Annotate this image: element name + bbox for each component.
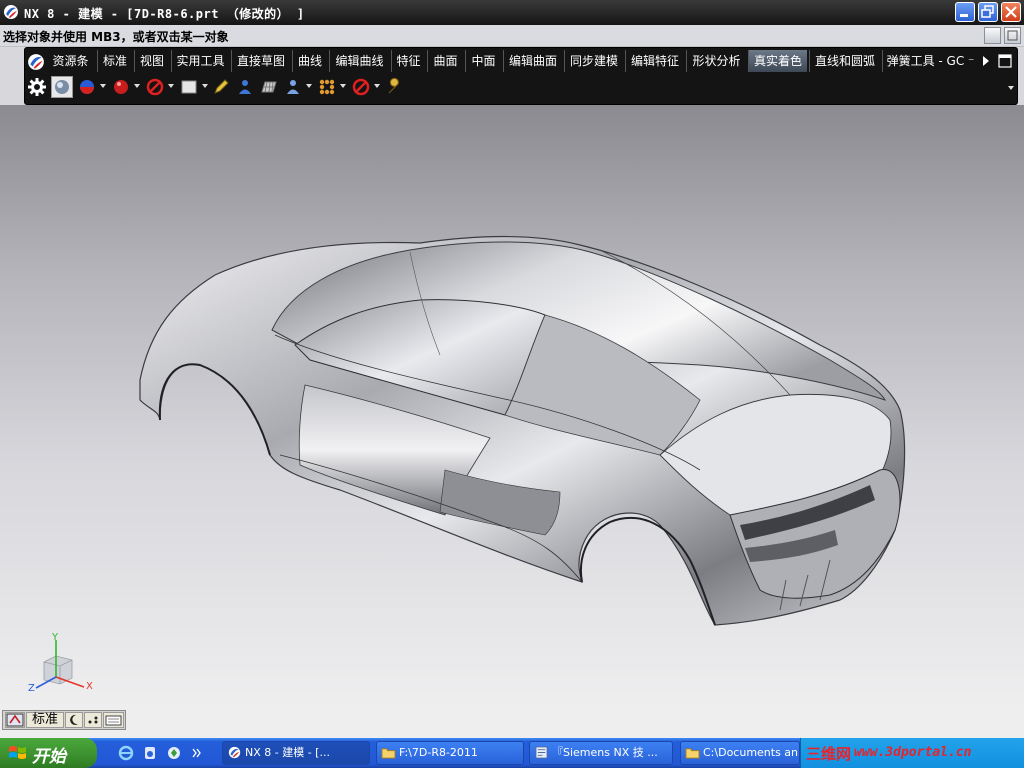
background-dropdown-icon[interactable]	[202, 84, 208, 88]
ribbon-toolbar: 资源条 标准 视图 实用工具 直接草图 曲线 编辑曲线 特征 曲面 中面 编辑曲…	[24, 47, 1018, 105]
no-symbol-2-icon[interactable]	[351, 77, 371, 97]
taskbar-documents-label: C:\Documents an...	[703, 746, 800, 759]
gear-icon[interactable]	[27, 77, 47, 97]
windows-flag-icon	[9, 746, 26, 759]
watermark-brand: 三维网	[806, 745, 852, 763]
title-bar: NX 8 - 建模 - [7D-R8-6.prt （修改的） ]	[0, 0, 1024, 25]
tab-spring-tools[interactable]: 弹簧工具 - GC ⁻	[882, 50, 978, 72]
media-icon[interactable]	[142, 745, 158, 761]
tab-scroll-right-icon[interactable]	[980, 54, 992, 68]
ie-icon[interactable]	[118, 745, 134, 761]
person-scene-icon[interactable]	[283, 77, 303, 97]
car-body-model[interactable]	[0, 105, 1024, 705]
pencil-icon[interactable]	[211, 77, 231, 97]
scene-dropdown-icon[interactable]	[306, 84, 312, 88]
window-title: NX 8 - 建模 - [7D-R8-6.prt （修改的） ]	[24, 7, 305, 21]
tab-synchronous-modeling[interactable]: 同步建模	[564, 50, 623, 72]
folder-2-icon	[685, 748, 700, 759]
no-symbol-icon[interactable]	[145, 77, 165, 97]
quicklaunch-more-icon[interactable]	[192, 747, 202, 759]
tab-shape-analysis[interactable]: 形状分析	[686, 50, 746, 72]
axis-y-label: Y	[52, 632, 59, 643]
tab-feature[interactable]: 特征	[391, 50, 425, 72]
shading-sphere-icon	[55, 80, 69, 94]
ime-toolbar: 标准	[2, 710, 126, 730]
taskbar-folder-label: F:\7D-R8-2011	[399, 746, 478, 759]
taskbar-siemens-label: 『Siemens NX 技 ...	[552, 746, 658, 759]
red-ball-icon[interactable]	[111, 77, 131, 97]
viewport-bottom	[0, 705, 1024, 738]
restore-icon	[981, 5, 994, 18]
texture-dropdown-icon[interactable]	[340, 84, 346, 88]
site-watermark: 三维网 www.3dportal.cn	[800, 741, 1018, 765]
grid-floor-icon[interactable]	[259, 77, 279, 97]
ime-keyboard-icon[interactable]	[103, 712, 124, 728]
tab-line-and-arc[interactable]: 直线和圆弧	[809, 50, 880, 72]
prompt-bar: 选择对象并使用 MB3，或者双击某一对象	[0, 25, 1024, 47]
ime-logo-icon[interactable]	[5, 712, 25, 728]
tab-utility[interactable]: 实用工具	[171, 50, 229, 72]
taskbar-nx-label: NX 8 - 建模 - [...	[245, 746, 330, 759]
no-symbol-2-dropdown-icon[interactable]	[374, 84, 380, 88]
close-button[interactable]	[1001, 2, 1021, 22]
layout-toggle-icon[interactable]	[984, 27, 1001, 44]
tab-edit-surface[interactable]: 编辑曲面	[503, 50, 562, 72]
tab-true-shading[interactable]: 真实着色	[748, 50, 807, 72]
document-icon	[535, 746, 548, 759]
tab-surface[interactable]: 曲面	[427, 50, 463, 72]
nx-logo-icon	[4, 5, 18, 19]
ime-punctuation-icon[interactable]	[84, 712, 102, 728]
tab-edit-feature[interactable]: 编辑特征	[625, 50, 684, 72]
tab-edit-curve[interactable]: 编辑曲线	[329, 50, 389, 72]
tab-midsurface[interactable]: 中面	[465, 50, 501, 72]
taskbar-siemens-button[interactable]: 『Siemens NX 技 ...	[529, 741, 673, 765]
true-shading-button[interactable]	[51, 76, 73, 98]
restore-button[interactable]	[978, 2, 998, 22]
start-button[interactable]: 开始	[0, 738, 97, 768]
minimize-button[interactable]	[955, 2, 975, 22]
taskbar-documents-button[interactable]: C:\Documents an...	[680, 741, 800, 765]
no-symbol-dropdown-icon[interactable]	[168, 84, 174, 88]
ball-dropdown-icon[interactable]	[134, 84, 140, 88]
tab-direct-sketch[interactable]: 直接草图	[231, 50, 290, 72]
tab-resource-bar[interactable]: 资源条	[47, 50, 94, 72]
prompt-text: 选择对象并使用 MB3，或者双击某一对象	[3, 30, 229, 44]
taskbar-nx-button[interactable]: NX 8 - 建模 - [...	[222, 741, 370, 765]
texture-dots-icon[interactable]	[317, 77, 337, 97]
toolrow-more-icon[interactable]	[1008, 86, 1014, 90]
taskbar-folder-button[interactable]: F:\7D-R8-2011	[376, 741, 524, 765]
tool-row	[25, 74, 1017, 102]
wrench-icon[interactable]	[385, 77, 405, 97]
axis-x-label: X	[86, 681, 93, 692]
axis-z-label: Z	[28, 683, 35, 694]
material-dropdown-icon[interactable]	[100, 84, 106, 88]
selection-filter-icon[interactable]	[1004, 27, 1021, 44]
messenger-icon[interactable]	[166, 745, 182, 761]
watermark-url: www.3dportal.cn	[854, 745, 972, 760]
nx-app-icon	[228, 746, 241, 759]
material-sphere-icon[interactable]	[77, 77, 97, 97]
ime-mode-button[interactable]: 标准	[26, 712, 64, 728]
ribbon-nx-logo-icon[interactable]	[27, 53, 45, 71]
person-light-icon[interactable]	[235, 77, 255, 97]
ribbon-tabs: 资源条 标准 视图 实用工具 直接草图 曲线 编辑曲线 特征 曲面 中面 编辑曲…	[25, 50, 1017, 72]
ime-moon-icon[interactable]	[65, 712, 83, 728]
close-icon	[1005, 6, 1017, 18]
tab-curve[interactable]: 曲线	[292, 50, 327, 72]
tab-view[interactable]: 视图	[134, 50, 169, 72]
ribbon-options-icon[interactable]	[997, 53, 1013, 69]
start-label: 开始	[32, 747, 66, 767]
tab-standard[interactable]: 标准	[97, 50, 132, 72]
graphics-viewport[interactable]: Y X Z	[0, 105, 1024, 705]
minimize-icon	[960, 14, 968, 17]
background-rect-icon[interactable]	[179, 77, 199, 97]
folder-icon	[381, 748, 396, 759]
view-triad-icon	[35, 640, 85, 689]
